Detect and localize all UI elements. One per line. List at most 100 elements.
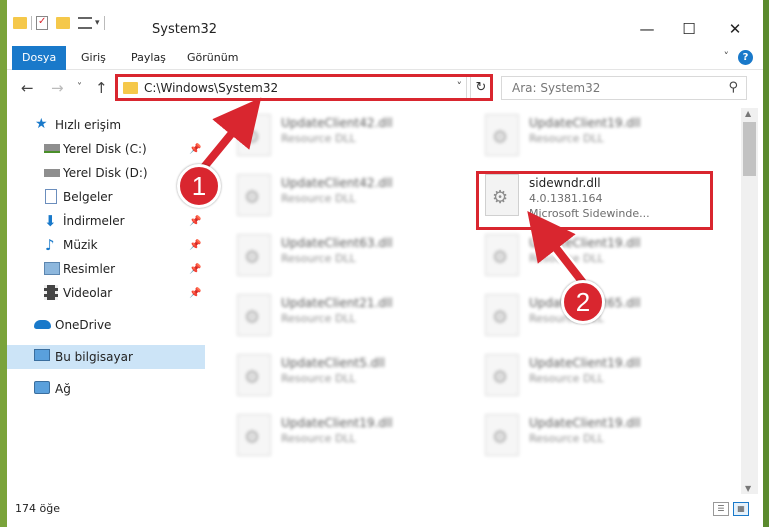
- file-name: UpdateClient19.dll: [529, 416, 641, 430]
- sidebar-item-pictures[interactable]: Resimler 📌: [7, 257, 205, 281]
- status-bar: 174 öğe ☰ ▦: [7, 494, 763, 527]
- sidebar-item-network[interactable]: Ağ: [7, 377, 205, 401]
- gear-icon: ⚙: [244, 367, 261, 388]
- list-item[interactable]: ⚙ UpdateClient42.dll Resource DLL: [233, 170, 453, 220]
- search-icon[interactable]: ⚲: [728, 80, 738, 95]
- dll-file-icon: ⚙: [485, 114, 519, 156]
- file-type: Resource DLL: [529, 372, 604, 385]
- dll-file-icon: ⚙: [237, 354, 271, 396]
- videos-icon: [44, 285, 58, 300]
- file-type: Resource DLL: [529, 252, 604, 265]
- file-name: UpdateClient19.dll: [281, 416, 393, 430]
- sidebar-item-label: OneDrive: [55, 318, 112, 332]
- ribbon-tabs: Dosya Giriş Paylaş Görünüm ˅ ?: [7, 46, 763, 70]
- list-item[interactable]: ⚙ UpdateClient19.dll Resource DLL: [481, 410, 701, 460]
- list-item[interactable]: ⚙ UpdateClient19.dll Resource DLL: [481, 350, 701, 400]
- scroll-up-icon[interactable]: ▲: [745, 109, 751, 118]
- list-item[interactable]: ⚙ UpdateClient63.dll Resource DLL: [233, 230, 453, 280]
- sidebar-item-videos[interactable]: Videolar 📌: [7, 281, 205, 305]
- gear-icon: ⚙: [244, 127, 261, 148]
- search-input[interactable]: Ara: System32 ⚲: [501, 76, 747, 100]
- file-highlight: [476, 171, 713, 230]
- dll-file-icon: ⚙: [237, 114, 271, 156]
- file-type: Resource DLL: [281, 372, 356, 385]
- recent-locations-button[interactable]: ˅: [77, 82, 82, 93]
- sidebar-item-local-disk-d[interactable]: Yerel Disk (D:) 📌: [7, 161, 205, 185]
- download-icon: ⬇: [44, 212, 57, 230]
- list-item[interactable]: ⚙ UpdateClient19.dll Resource DLL: [233, 410, 453, 460]
- list-item[interactable]: ⚙ UpdateClient21.dll Resource DLL: [233, 290, 453, 340]
- close-button[interactable]: ✕: [715, 14, 755, 44]
- navigation-pane: ★ Hızlı erişim Yerel Disk (C:) 📌 Yerel D…: [7, 108, 205, 494]
- tab-view[interactable]: Görünüm: [187, 46, 238, 70]
- list-item[interactable]: ⚙ UpdateClient42.dll Resource DLL: [233, 110, 453, 160]
- documents-icon: [45, 189, 57, 204]
- folder-icon[interactable]: [13, 17, 27, 29]
- dll-file-icon: ⚙: [237, 414, 271, 456]
- pin-icon[interactable]: 📌: [189, 144, 201, 155]
- sidebar-item-downloads[interactable]: ⬇ İndirmeler 📌: [7, 209, 205, 233]
- sidebar-item-label: Bu bilgisayar: [55, 350, 133, 364]
- sidebar-item-label: Ağ: [55, 382, 71, 396]
- step-2-badge: 2: [561, 280, 605, 324]
- gear-icon: ⚙: [244, 247, 261, 268]
- pin-icon[interactable]: 📌: [189, 240, 201, 251]
- properties-icon[interactable]: ✓: [36, 16, 48, 30]
- large-icons-view-icon[interactable]: ▦: [733, 502, 749, 516]
- list-item[interactable]: ⚙ UpdateClient19.dll Resource DLL: [481, 110, 701, 160]
- pin-icon[interactable]: 📌: [189, 264, 201, 275]
- star-icon: ★: [35, 116, 48, 132]
- vertical-scrollbar[interactable]: ▲ ▼: [741, 108, 758, 494]
- quick-access-toolbar: ✓ ▾: [13, 14, 109, 32]
- maximize-button[interactable]: ☐: [669, 14, 709, 44]
- tab-home[interactable]: Giriş: [81, 46, 106, 70]
- dll-file-icon: ⚙: [485, 234, 519, 276]
- file-type: Resource DLL: [529, 432, 604, 445]
- gear-icon: ⚙: [492, 307, 509, 328]
- sidebar-item-documents[interactable]: Belgeler: [7, 185, 205, 209]
- help-icon[interactable]: ?: [738, 50, 753, 65]
- drive-icon: [44, 169, 60, 177]
- sidebar-item-label: Belgeler: [63, 190, 113, 204]
- item-count: 174 öğe: [15, 502, 60, 515]
- customize-toolbar-icon[interactable]: ▾: [95, 18, 100, 28]
- file-list: ⚙ UpdateClient42.dll Resource DLL ⚙ Upda…: [211, 108, 739, 494]
- file-name: UpdateClient42.dll: [281, 176, 393, 190]
- gear-icon: ⚙: [492, 427, 509, 448]
- tab-file[interactable]: Dosya: [12, 46, 67, 70]
- minimize-button[interactable]: —: [627, 14, 667, 44]
- sidebar-item-onedrive[interactable]: OneDrive: [7, 313, 205, 337]
- sidebar-item-local-disk-c[interactable]: Yerel Disk (C:) 📌: [7, 137, 205, 161]
- scroll-down-icon[interactable]: ▼: [745, 484, 751, 493]
- sidebar-item-label: Videolar: [63, 286, 113, 300]
- sidebar-item-quick-access[interactable]: ★ Hızlı erişim: [7, 113, 205, 137]
- sidebar-item-music[interactable]: ♪ Müzik 📌: [7, 233, 205, 257]
- cloud-icon: [34, 320, 51, 329]
- dll-file-icon: ⚙: [237, 234, 271, 276]
- step-1-badge: 1: [177, 164, 221, 208]
- gear-icon: ⚙: [492, 127, 509, 148]
- file-name: UpdateClient19.dll: [529, 116, 641, 130]
- new-folder-icon[interactable]: [56, 17, 70, 29]
- file-name: UpdateClient19.dll: [529, 356, 641, 370]
- address-bar-highlight: [115, 74, 493, 101]
- file-name: UpdateClient19.dll: [529, 236, 641, 250]
- list-item[interactable]: ⚙ UpdateClient5.dll Resource DLL: [233, 350, 453, 400]
- sidebar-item-label: İndirmeler: [63, 214, 125, 228]
- sidebar-item-label: Müzik: [63, 238, 98, 252]
- sidebar-item-this-pc[interactable]: Bu bilgisayar: [7, 345, 205, 369]
- up-button[interactable]: ↑: [95, 79, 108, 97]
- back-button[interactable]: ←: [21, 79, 34, 97]
- scrollbar-thumb[interactable]: [743, 122, 756, 176]
- collapse-ribbon-icon[interactable]: ˅: [724, 50, 730, 63]
- details-view-icon[interactable]: ☰: [713, 502, 729, 516]
- view-options-icon[interactable]: [78, 17, 92, 29]
- forward-button[interactable]: →: [51, 79, 64, 97]
- gear-icon: ⚙: [492, 247, 509, 268]
- tab-share[interactable]: Paylaş: [131, 46, 166, 70]
- pin-icon[interactable]: 📌: [189, 216, 201, 227]
- list-item[interactable]: ⚙ UpdateClient19.dll Resource DLL: [481, 230, 701, 280]
- title-bar: ✓ ▾ System32 — ☐ ✕: [7, 0, 763, 44]
- file-type: Resource DLL: [529, 132, 604, 145]
- pin-icon[interactable]: 📌: [189, 288, 201, 299]
